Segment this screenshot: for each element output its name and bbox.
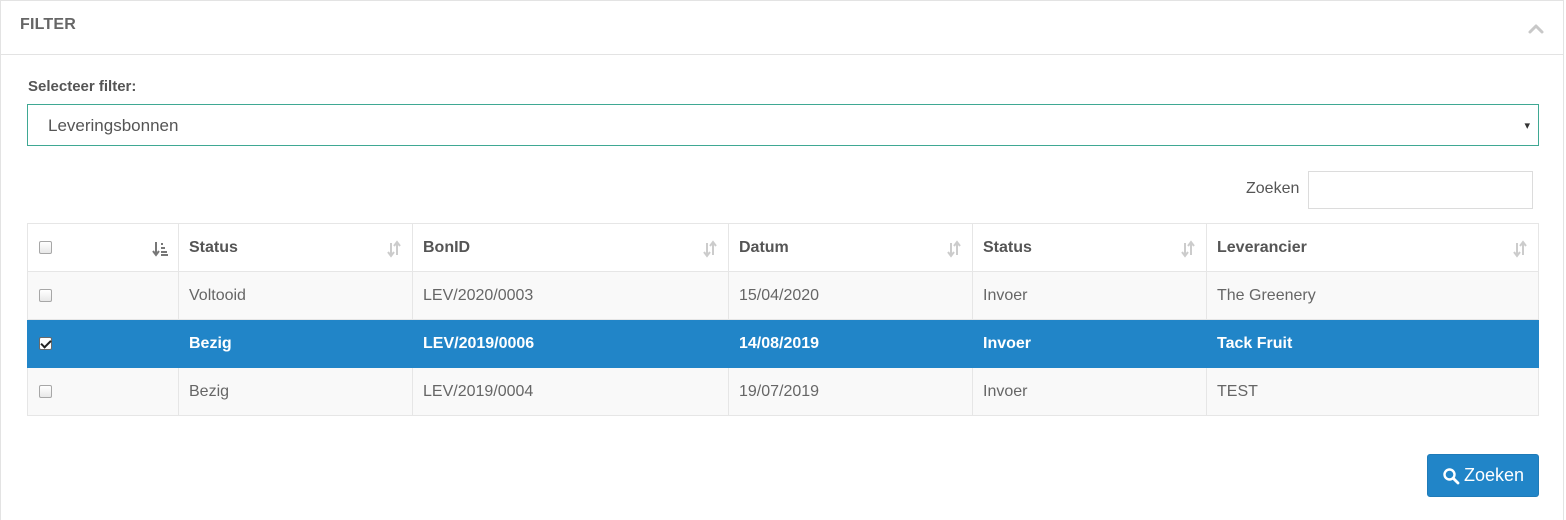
row-checkbox[interactable] bbox=[39, 288, 52, 302]
row-select-cell[interactable] bbox=[27, 367, 179, 416]
column-header-label: BonID bbox=[423, 238, 471, 256]
panel-title: FILTER bbox=[20, 16, 77, 33]
cell-status-2: Invoer bbox=[972, 319, 1207, 368]
search-label: Zoeken bbox=[1246, 180, 1300, 197]
column-header-datum[interactable]: Datum bbox=[728, 223, 973, 272]
results-table: Status BonID Datum Status Leverancier Vo… bbox=[27, 223, 1539, 416]
table-row[interactable]: Bezig LEV/2019/0004 19/07/2019 Invoer TE… bbox=[27, 367, 1539, 416]
column-header-label: Datum bbox=[739, 238, 789, 256]
column-header-label: Status bbox=[189, 238, 238, 256]
search-button[interactable]: Zoeken bbox=[1427, 454, 1539, 497]
column-header-leverancier[interactable]: Leverancier bbox=[1206, 223, 1539, 272]
sort-icon[interactable] bbox=[946, 240, 962, 258]
cell-leverancier: The Greenery bbox=[1206, 271, 1539, 320]
table-row-selected[interactable]: Bezig LEV/2019/0006 14/08/2019 Invoer Ta… bbox=[27, 319, 1539, 368]
cell-datum: 19/07/2019 bbox=[728, 367, 973, 416]
filter-select[interactable]: Leveringsbonnen ▾ bbox=[27, 104, 1539, 146]
sort-icon[interactable] bbox=[386, 240, 402, 258]
table-header-row: Status BonID Datum Status Leverancier bbox=[27, 223, 1539, 272]
cell-status: Bezig bbox=[178, 319, 413, 368]
column-header-label: Leverancier bbox=[1217, 238, 1307, 256]
table-row[interactable]: Voltooid LEV/2020/0003 15/04/2020 Invoer… bbox=[27, 271, 1539, 320]
sort-amount-down-icon[interactable] bbox=[152, 240, 168, 258]
filter-panel: FILTER Selecteer filter: Leveringsbonnen… bbox=[0, 0, 1564, 520]
cell-status: Voltooid bbox=[178, 271, 413, 320]
row-checkbox[interactable] bbox=[39, 384, 52, 398]
column-header-label: Status bbox=[983, 238, 1032, 256]
cell-datum: 15/04/2020 bbox=[728, 271, 973, 320]
cell-leverancier: Tack Fruit bbox=[1206, 319, 1539, 368]
search-icon bbox=[1443, 467, 1460, 484]
column-header-status-2[interactable]: Status bbox=[972, 223, 1207, 272]
search-input[interactable] bbox=[1308, 171, 1533, 209]
chevron-up-icon[interactable] bbox=[1527, 21, 1545, 35]
filter-label: Selecteer filter: bbox=[28, 78, 137, 95]
cell-datum: 14/08/2019 bbox=[728, 319, 973, 368]
dropdown-arrow-icon: ▾ bbox=[1524, 120, 1530, 132]
cell-bonid: LEV/2019/0006 bbox=[412, 319, 729, 368]
column-header-bonid[interactable]: BonID bbox=[412, 223, 729, 272]
cell-status-2: Invoer bbox=[972, 271, 1207, 320]
cell-bonid: LEV/2020/0003 bbox=[412, 271, 729, 320]
cell-status-2: Invoer bbox=[972, 367, 1207, 416]
column-header-status[interactable]: Status bbox=[178, 223, 413, 272]
sort-icon[interactable] bbox=[702, 240, 718, 258]
row-checkbox-checked[interactable] bbox=[39, 336, 52, 350]
select-all-checkbox[interactable] bbox=[39, 240, 52, 254]
panel-header: FILTER bbox=[1, 1, 1563, 55]
search-button-label: Zoeken bbox=[1463, 465, 1525, 485]
sort-icon[interactable] bbox=[1180, 240, 1196, 258]
filter-select-value: Leveringsbonnen bbox=[48, 116, 179, 135]
sort-icon[interactable] bbox=[1512, 240, 1528, 258]
cell-bonid: LEV/2019/0004 bbox=[412, 367, 729, 416]
row-select-cell[interactable] bbox=[27, 319, 179, 368]
column-header-select[interactable] bbox=[27, 223, 179, 272]
row-select-cell[interactable] bbox=[27, 271, 179, 320]
cell-leverancier: TEST bbox=[1206, 367, 1539, 416]
cell-status: Bezig bbox=[178, 367, 413, 416]
